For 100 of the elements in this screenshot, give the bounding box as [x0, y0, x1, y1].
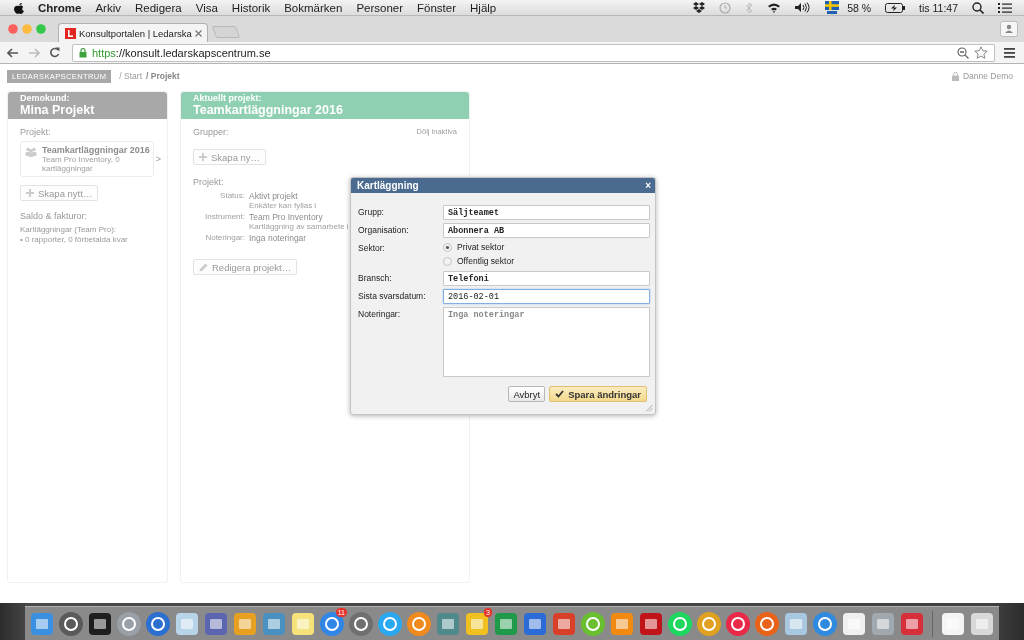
project-subtitle: Team Pro Inventory, 0 kartläggningar	[42, 155, 121, 173]
radio-label[interactable]: Offentlig sektor	[457, 256, 514, 266]
field-label: Noteringar:	[358, 308, 402, 321]
back-icon[interactable]	[7, 47, 19, 58]
apple-icon[interactable]	[14, 1, 24, 14]
detail-value: Team Pro Inventory	[249, 212, 324, 222]
chevron: >	[155, 154, 161, 164]
input-field[interactable]: 2016-02-01	[443, 289, 650, 304]
menu-item[interactable]: Arkiv	[95, 1, 121, 14]
list-icon[interactable]	[998, 2, 1012, 13]
header-title: Teamkartläggningar 2016	[193, 103, 344, 118]
wifi-icon[interactable]	[767, 2, 782, 13]
app-icon[interactable]	[940, 610, 966, 637]
app-icon[interactable]	[969, 610, 995, 637]
clock[interactable]: tis 11:47	[919, 1, 958, 14]
lock-icon	[79, 47, 87, 58]
search-icon[interactable]	[972, 1, 984, 14]
input-field[interactable]: Abonnera AB	[443, 223, 650, 238]
close-icon[interactable]	[8, 24, 18, 34]
zoom-out-icon[interactable]	[957, 46, 969, 59]
balance-line: • 0 rapporter, 0 förbetalda kvar	[20, 235, 128, 245]
tab-title: Konsultportalen | Ledarska	[79, 27, 192, 39]
forward-icon[interactable]	[28, 47, 40, 58]
lock-icon	[951, 71, 959, 81]
app-icon[interactable]	[377, 610, 403, 637]
save-button[interactable]: Spara ändringar	[549, 386, 647, 402]
menu-item[interactable]: Hjälp	[470, 1, 497, 14]
battery-icon[interactable]	[885, 2, 906, 13]
menu-icon[interactable]	[1004, 47, 1015, 58]
app-icon[interactable]	[116, 610, 142, 637]
app-icon[interactable]	[58, 610, 84, 637]
app-icon[interactable]	[203, 610, 229, 637]
section-label: Grupper:	[193, 127, 229, 137]
resize-grip-icon[interactable]	[645, 404, 653, 412]
url-text: https://konsult.ledarskapscentrum.se	[92, 46, 271, 59]
menu-item[interactable]: Historik	[231, 1, 271, 14]
header-title: Mina Projekt	[20, 103, 96, 118]
header-subtitle: Demokund:	[20, 93, 71, 103]
reload-icon[interactable]	[49, 47, 60, 58]
check-icon	[555, 390, 565, 398]
plus-icon	[26, 189, 34, 197]
plus-icon	[199, 153, 207, 161]
header-subtitle: Aktuellt projekt:	[193, 93, 263, 103]
app-icon[interactable]	[464, 610, 490, 637]
app-icon[interactable]	[319, 610, 345, 637]
pencil-icon	[199, 262, 208, 272]
app-menu[interactable]: Chrome	[38, 1, 82, 14]
field-label: Bransch:	[358, 272, 393, 285]
menu-item[interactable]: Fönster	[417, 1, 457, 14]
profile-icon[interactable]	[1000, 21, 1018, 37]
app-icon[interactable]	[174, 610, 200, 637]
field-label: Sista svarsdatum:	[358, 290, 427, 303]
volume-icon[interactable]	[795, 2, 812, 13]
input-field[interactable]: Säljteamet	[443, 205, 650, 220]
detail-value: Inga noteringar	[249, 233, 308, 243]
app-icon[interactable]	[348, 610, 374, 637]
field-label: Organisation:	[358, 224, 410, 237]
detail-value: Aktivt projekt	[249, 191, 299, 201]
clock-icon[interactable]	[719, 1, 732, 14]
close-icon[interactable]	[194, 29, 202, 37]
address-bar[interactable]: https://konsult.ledarskapscentrum.se	[72, 43, 995, 62]
star-icon[interactable]	[974, 46, 988, 59]
radio-label[interactable]: Privat sektor	[457, 242, 505, 252]
detail-note: Kartläggning av samarbete i	[249, 222, 349, 231]
people-icon	[25, 147, 37, 157]
app-icon[interactable]	[667, 610, 693, 637]
menu-item[interactable]: Personer	[356, 1, 404, 14]
app-icon[interactable]	[696, 610, 722, 637]
close-button[interactable]: ×	[645, 179, 651, 192]
app-icon[interactable]	[406, 610, 432, 637]
detail-label: Instrument:	[204, 212, 245, 223]
menu-item[interactable]: Redigera	[135, 1, 182, 14]
app-icon[interactable]	[580, 610, 606, 637]
section-label: Projekt:	[20, 127, 51, 137]
app-icon[interactable]	[725, 610, 751, 637]
cancel-button[interactable]: Avbryt	[508, 386, 546, 402]
browser-tab[interactable]: Konsultportalen | Ledarska	[58, 23, 208, 42]
menu-item[interactable]: Bokmärken	[284, 1, 343, 14]
balance-title: Kartläggningar (Team Pro):	[20, 225, 117, 235]
dialog-title: Kartläggning	[357, 180, 419, 191]
field-label: Sektor:	[358, 242, 386, 255]
app-icon[interactable]	[145, 610, 171, 637]
dropbox-icon[interactable]	[693, 2, 706, 13]
field-label: Grupp:	[358, 206, 385, 219]
detail-label: Noteringar:	[204, 233, 245, 243]
breadcrumb-link[interactable]: / Projekt	[146, 71, 180, 81]
notes-field[interactable]: Inga noteringar	[443, 307, 650, 377]
section-label: Saldo & fakturor:	[20, 211, 88, 221]
input-field[interactable]: Telefoni	[443, 271, 650, 286]
app-icon[interactable]	[841, 610, 867, 637]
section-label: Projekt:	[193, 177, 224, 187]
app-icon[interactable]	[812, 610, 838, 637]
app-icon[interactable]	[87, 610, 113, 637]
radio-button[interactable]	[443, 256, 452, 266]
app-icon[interactable]	[754, 610, 780, 637]
menu-item[interactable]: Visa	[195, 1, 218, 14]
app-icon[interactable]	[290, 610, 316, 637]
radio-button[interactable]	[443, 242, 452, 252]
battery-percent: 58 %	[847, 1, 872, 14]
flag-icon[interactable]	[825, 1, 840, 14]
